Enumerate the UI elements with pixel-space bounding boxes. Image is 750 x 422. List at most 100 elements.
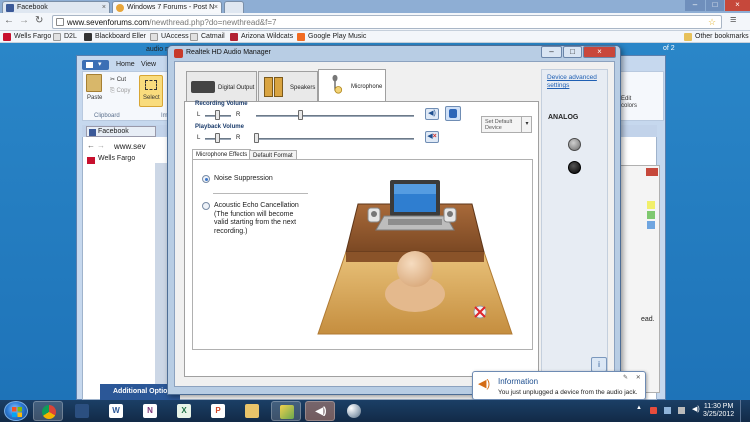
left-channel-label: L [197, 112, 201, 118]
taskbar-paint[interactable] [271, 401, 301, 421]
browser-tab-strip: Facebook × Windows 7 Forums - Post N × –… [0, 0, 750, 13]
close-icon[interactable]: × [102, 4, 106, 11]
folder-icon [245, 404, 259, 418]
show-desktop-button[interactable] [740, 400, 750, 422]
tab-digital-output[interactable]: Digital Output [186, 71, 257, 101]
start-button[interactable] [4, 401, 28, 421]
tab-home[interactable]: Home [116, 61, 135, 68]
taskbar-paint-palette[interactable] [339, 401, 369, 421]
tab-view[interactable]: View [141, 61, 156, 68]
back-arrow-icon: ← [87, 141, 95, 150]
play-music-icon [297, 33, 305, 41]
paint-menu-button[interactable]: ▾ [82, 60, 109, 70]
taskbar-explorer[interactable] [67, 401, 97, 421]
noise-suppression-radio[interactable] [202, 175, 210, 183]
paste-icon[interactable] [86, 74, 102, 92]
tab-microphone[interactable]: Microphone [318, 69, 386, 102]
close-window-button[interactable]: × [725, 0, 750, 11]
digital-output-icon [191, 81, 215, 93]
maximize-button[interactable]: □ [706, 0, 724, 11]
maximize-button[interactable]: □ [563, 46, 582, 58]
clock-date: 3/25/2012 [703, 411, 735, 418]
cut-button[interactable]: ✂ Cut [110, 76, 126, 83]
minimize-button[interactable]: – [685, 0, 705, 11]
bookmark-uaccess[interactable]: UAccess [150, 33, 189, 41]
edit-colors-button[interactable]: Edit colors [621, 96, 637, 110]
taskbar-word[interactable]: W [101, 401, 131, 421]
star-icon[interactable]: ☆ [708, 17, 716, 28]
paint-menu-icon [86, 62, 93, 68]
boost-icon [449, 109, 457, 118]
recording-volume-thumb[interactable] [298, 110, 304, 120]
inner-window-fragment: ead. [620, 165, 660, 393]
info-button[interactable]: i [591, 357, 607, 372]
bookmark-google-play-music[interactable]: Google Play Music [297, 33, 366, 41]
bookmark-d2l[interactable]: D2L [53, 33, 77, 41]
wellsfargo-icon [87, 157, 95, 164]
recording-balance-thumb[interactable] [215, 110, 220, 120]
new-tab-button[interactable] [224, 1, 244, 13]
tray-battery-icon[interactable] [678, 407, 685, 414]
bookmark-catmail[interactable]: Catmail [190, 33, 225, 41]
echo-cancellation-radio[interactable] [202, 202, 210, 210]
inner-url: www.sev [114, 142, 146, 151]
recording-mute-button[interactable]: ◀) [425, 108, 439, 120]
notification-title: Information [498, 377, 539, 386]
color-swatch [647, 201, 655, 209]
taskbar-onenote[interactable]: N [135, 401, 165, 421]
close-icon[interactable]: ✕ [636, 375, 641, 381]
window-title: Realtek HD Audio Manager [174, 49, 271, 58]
device-advanced-settings-link[interactable]: Device advanced settings [547, 74, 597, 90]
close-icon [646, 168, 658, 176]
notification-message: You just unplugged a device from the aud… [498, 389, 638, 396]
select-button[interactable]: Select [139, 75, 163, 107]
close-button[interactable]: × [583, 46, 616, 58]
recording-volume-label: Recording Volume [195, 101, 248, 107]
windows-logo-icon [12, 407, 22, 417]
tray-clock[interactable]: 11:30 PM 3/25/2012 [703, 403, 734, 419]
bookmark-arizona-wildcats[interactable]: Arizona Wildcats [230, 33, 293, 41]
bookmark-other[interactable]: Other bookmarks [684, 33, 749, 41]
color-swatch [647, 211, 655, 219]
paint-icon [280, 405, 294, 419]
blackboard-icon [84, 33, 92, 41]
playback-mute-button[interactable]: ◀× [425, 131, 439, 143]
forward-arrow-icon[interactable]: → [19, 15, 29, 26]
tab-facebook[interactable]: Facebook × [2, 1, 110, 13]
taskbar-realtek[interactable]: ◀) [305, 401, 335, 421]
tray-flag-icon[interactable] [650, 407, 657, 414]
audio-jack-black-icon[interactable] [568, 161, 581, 174]
playback-volume-thumb[interactable] [254, 133, 259, 143]
playback-balance-thumb[interactable] [215, 133, 220, 143]
address-bar[interactable]: www.sevenforums.com/newthread.php?do=new… [52, 15, 722, 29]
echo-cancellation-note: (The function will become [214, 210, 294, 218]
bookmark-blackboard[interactable]: Blackboard Eller [84, 33, 146, 41]
chevron-down-icon[interactable]: ▾ [521, 116, 532, 133]
close-icon[interactable]: × [214, 4, 218, 11]
tray-network-icon[interactable] [664, 407, 671, 414]
copy-button[interactable]: ⎘ Copy [110, 88, 130, 95]
taskbar-folder[interactable] [237, 401, 267, 421]
inner-tab-facebook: Facebook [86, 126, 156, 137]
tab-windows7-forums[interactable]: Windows 7 Forums - Post N × [112, 1, 222, 13]
inner-address-bar: ← → www.sev [84, 140, 180, 153]
minimize-button[interactable]: – [541, 46, 562, 58]
taskbar-chrome[interactable] [33, 401, 63, 421]
back-arrow-icon[interactable]: ← [4, 15, 14, 26]
bookmark-wells-fargo[interactable]: Wells Fargo [3, 33, 51, 41]
taskbar-powerpoint[interactable]: P [203, 401, 233, 421]
right-channel-label: R [236, 112, 241, 118]
realtek-icon [174, 49, 183, 58]
clipboard-group-label: Clipboard [94, 113, 120, 119]
tray-volume-icon[interactable]: ◀) [692, 405, 700, 413]
reload-icon[interactable]: ↻ [35, 15, 43, 26]
tab-speakers[interactable]: Speakers [258, 71, 318, 101]
paste-label: Paste [87, 95, 103, 101]
echo-cancellation-note: valid starting from the next [214, 219, 297, 226]
taskbar-excel[interactable]: X [169, 401, 199, 421]
tray-up-arrow-icon[interactable]: ▲ [636, 405, 643, 412]
audio-jack-gray-icon[interactable] [568, 138, 581, 151]
wrench-menu-icon[interactable]: ≡ [730, 14, 736, 26]
microphone-boost-button[interactable] [445, 106, 461, 121]
settings-icon[interactable]: ✎ [623, 375, 628, 381]
